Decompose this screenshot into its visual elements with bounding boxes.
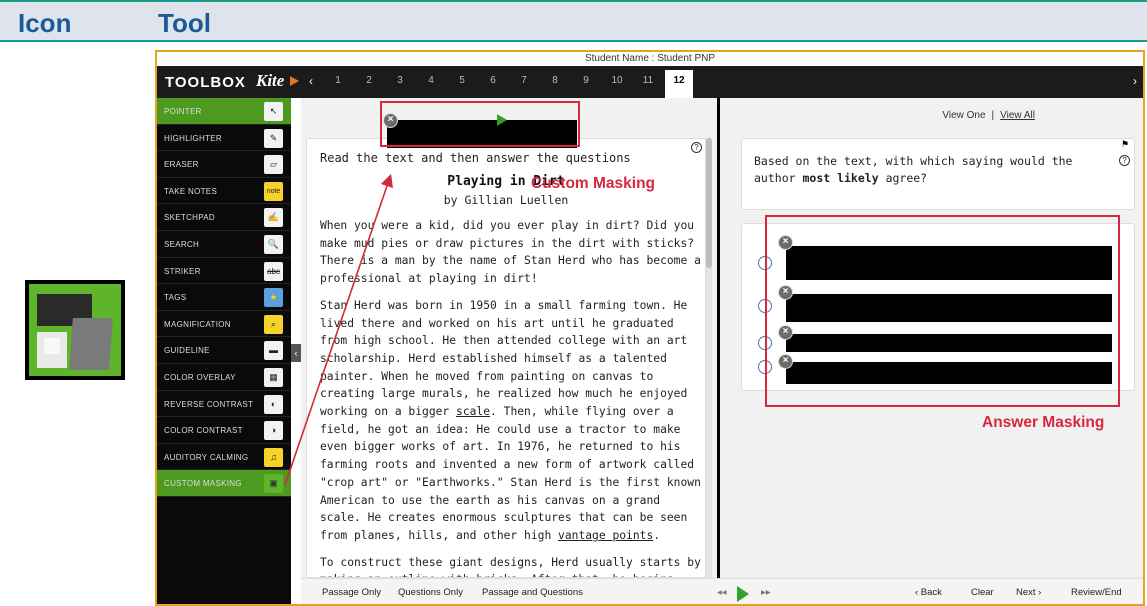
column-header-tool: Tool bbox=[158, 8, 211, 38]
table-header: Icon Tool bbox=[0, 0, 1147, 42]
column-header-icon: Icon bbox=[18, 8, 72, 38]
custom-masking-icon bbox=[25, 280, 125, 380]
annotation-arrow bbox=[284, 173, 393, 486]
kite-test-window: Student Name : Student PNP TOOLBOX Kite … bbox=[155, 50, 1145, 606]
